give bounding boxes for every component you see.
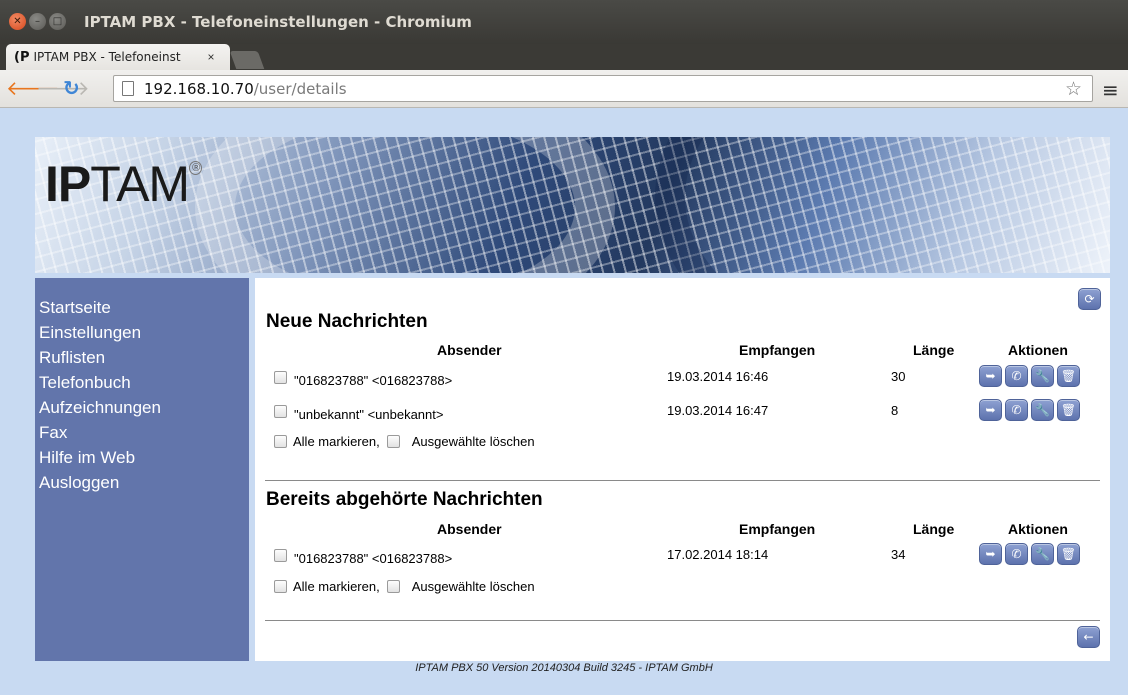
col-header-actions: Aktionen	[1008, 521, 1068, 537]
mark-all-checkbox[interactable]	[274, 580, 287, 593]
banner-decoration	[655, 137, 1110, 273]
section-divider	[265, 480, 1100, 481]
page-footer: IPTAM PBX 50 Version 20140304 Build 3245…	[415, 662, 713, 674]
row-received: 19.03.2014 16:46	[667, 369, 769, 384]
table-header-old: Absender Empfangen Länge Aktionen	[255, 521, 1110, 537]
delete-selected-checkbox[interactable]	[386, 435, 400, 448]
row-received: 19.03.2014 16:47	[667, 403, 769, 418]
refresh-icon[interactable]: ⟳	[1078, 288, 1101, 310]
row-checkbox[interactable]	[274, 371, 287, 384]
delete-selected-label: Ausgewählte löschen	[411, 579, 535, 594]
row-sender: "016823788" <016823788>	[294, 373, 453, 388]
banner-decoration	[195, 137, 615, 273]
row-checkbox[interactable]	[274, 549, 287, 562]
row-checkbox[interactable]	[274, 405, 287, 418]
select-controls-old: Alle markieren, Ausgewählte löschen	[274, 579, 535, 594]
call-icon[interactable]: ✆	[1005, 399, 1028, 421]
table-row: "unbekannt" <unbekannt> 19.03.2014 16:47…	[255, 399, 1110, 425]
back-arrow-icon[interactable]: ←	[1077, 626, 1100, 648]
row-sender: "016823788" <016823788>	[294, 551, 453, 566]
sidebar-item-telefonbuch[interactable]: Telefonbuch	[39, 370, 249, 395]
window-maximize-icon[interactable]: □	[49, 13, 66, 30]
section-divider	[265, 620, 1100, 621]
table-header-new: Absender Empfangen Länge Aktionen	[255, 342, 1110, 358]
col-header-received: Empfangen	[739, 342, 816, 358]
mark-all-label: Alle markieren,	[293, 579, 380, 594]
url-path: /user/details	[253, 79, 347, 98]
mark-all-checkbox[interactable]	[274, 435, 287, 448]
settings-wrench-icon[interactable]: 🔧	[1031, 543, 1054, 565]
url-host: 192.168.10.70	[144, 79, 254, 98]
sidebar-item-ausloggen[interactable]: Ausloggen	[39, 470, 249, 495]
col-header-sender: Absender	[437, 342, 502, 358]
call-icon[interactable]: ✆	[1005, 543, 1028, 565]
page-icon	[122, 81, 134, 96]
forward-icon[interactable]: ➥	[979, 543, 1002, 565]
col-header-length: Länge	[913, 521, 955, 537]
window-controls: ✕ – □	[9, 13, 66, 30]
delete-selected-checkbox[interactable]	[386, 580, 400, 593]
mark-all-label: Alle markieren,	[293, 434, 380, 449]
window-titlebar: ✕ – □ IPTAM PBX - Telefoneinstellungen -…	[0, 0, 1128, 44]
browser-menu-icon[interactable]: ≡	[1102, 78, 1119, 102]
reload-icon[interactable]: ↻	[63, 78, 80, 98]
window-title: IPTAM PBX - Telefoneinstellungen - Chrom…	[84, 13, 472, 31]
col-header-actions: Aktionen	[1008, 342, 1068, 358]
row-sender: "unbekannt" <unbekannt>	[294, 407, 444, 422]
call-icon[interactable]: ✆	[1005, 365, 1028, 387]
window-minimize-icon[interactable]: –	[29, 13, 46, 30]
delete-selected-label: Ausgewählte löschen	[411, 434, 535, 449]
trash-icon[interactable]: 🗑	[1057, 365, 1080, 387]
row-actions: ➥ ✆ 🔧 🗑	[979, 399, 1080, 421]
settings-wrench-icon[interactable]: 🔧	[1031, 399, 1054, 421]
sidebar-item-fax[interactable]: Fax	[39, 420, 249, 445]
trash-icon[interactable]: 🗑	[1057, 399, 1080, 421]
table-row: "016823788" <016823788> 17.02.2014 18:14…	[255, 543, 1110, 569]
section-title-new: Neue Nachrichten	[266, 311, 428, 332]
table-row: "016823788" <016823788> 19.03.2014 16:46…	[255, 365, 1110, 391]
row-length: 8	[891, 403, 899, 418]
iptam-logo: IPTAM ®	[45, 155, 203, 213]
main-content: ⟳ Neue Nachrichten Absender Empfangen Lä…	[255, 278, 1110, 661]
sidebar-item-hilfe[interactable]: Hilfe im Web	[39, 445, 249, 470]
sidebar-item-ruflisten[interactable]: Ruflisten	[39, 345, 249, 370]
col-header-sender: Absender	[437, 521, 502, 537]
header-banner: IPTAM ®	[35, 137, 1110, 273]
trash-icon[interactable]: 🗑	[1057, 543, 1080, 565]
col-header-length: Länge	[913, 342, 955, 358]
sidebar-item-einstellungen[interactable]: Einstellungen	[39, 320, 249, 345]
window-close-icon[interactable]: ✕	[9, 13, 26, 30]
tab-close-icon[interactable]: ×	[207, 50, 214, 64]
iptam-favicon-icon: (P	[14, 49, 30, 65]
browser-tab[interactable]: (P IPTAM PBX - Telefoneinst ×	[6, 44, 230, 70]
row-actions: ➥ ✆ 🔧 🗑	[979, 365, 1080, 387]
browser-toolbar: 🡐 🡒 ↻ 192.168.10.70/user/details ☆ ≡	[0, 70, 1128, 108]
select-controls-new: Alle markieren, Ausgewählte löschen	[274, 434, 535, 449]
row-length: 34	[891, 547, 906, 562]
sidebar-nav: Startseite Einstellungen Ruflisten Telef…	[35, 278, 249, 661]
bookmark-star-icon[interactable]: ☆	[1065, 78, 1082, 101]
forward-icon[interactable]: ➥	[979, 399, 1002, 421]
address-bar[interactable]: 192.168.10.70/user/details ☆	[113, 75, 1093, 102]
section-title-old: Bereits abgehörte Nachrichten	[266, 489, 543, 510]
sidebar-item-aufzeichnungen[interactable]: Aufzeichnungen	[39, 395, 249, 420]
tab-label: IPTAM PBX - Telefoneinst	[33, 50, 181, 64]
forward-icon[interactable]: ➥	[979, 365, 1002, 387]
sidebar-item-startseite[interactable]: Startseite	[39, 295, 249, 320]
row-received: 17.02.2014 18:14	[667, 547, 769, 562]
col-header-received: Empfangen	[739, 521, 816, 537]
row-length: 30	[891, 369, 906, 384]
row-actions: ➥ ✆ 🔧 🗑	[979, 543, 1080, 565]
settings-wrench-icon[interactable]: 🔧	[1031, 365, 1054, 387]
